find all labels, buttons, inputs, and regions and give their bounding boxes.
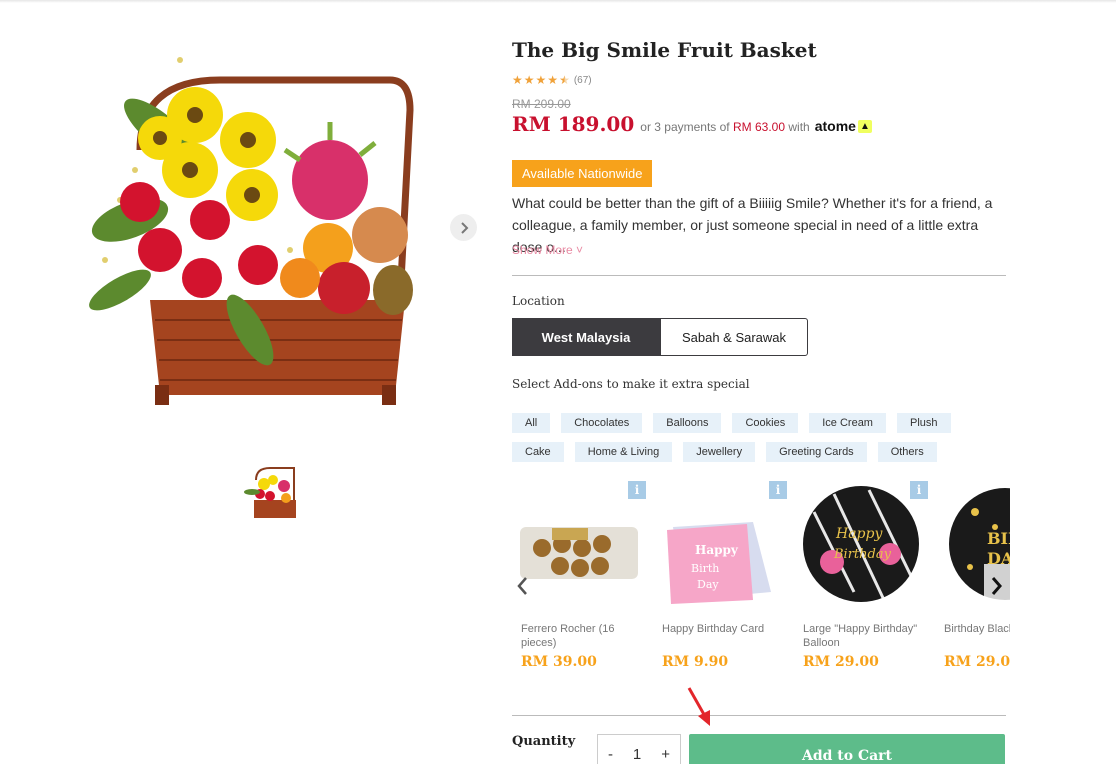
info-icon[interactable]: i [769,481,787,499]
svg-text:Happy: Happy [835,526,883,542]
svg-text:BIR: BIR [987,529,1010,548]
star-icon: ★ [547,73,559,87]
chip-chocolates[interactable]: Chocolates [561,413,643,433]
location-option-west-malaysia[interactable]: West Malaysia [512,318,660,356]
chip-plush[interactable]: Plush [896,413,951,433]
chip-cookies[interactable]: Cookies [732,413,799,433]
addon-category-filters: All Chocolates Balloons Cookies Ice Crea… [512,413,1006,471]
ferrero-rocher-image [520,527,638,579]
location-selector: West Malaysia Sabah & Sarawak [512,318,808,356]
installment-prefix: or 3 payments of [640,120,730,134]
show-more-link[interactable]: Show More ˅ [512,243,583,257]
svg-text:Day: Day [697,578,719,591]
location-option-sabah-sarawak[interactable]: Sabah & Sarawak [660,318,808,356]
divider [512,715,1006,716]
carousel-next-button[interactable] [984,564,1010,608]
original-price: RM 209.00 [512,97,571,111]
addon-price: RM 9.90 [662,654,729,670]
star-icon: ★ [535,73,547,87]
chevron-right-icon [991,577,1002,595]
chip-jewellery[interactable]: Jewellery [683,442,756,462]
chip-greeting-cards[interactable]: Greeting Cards [766,442,867,462]
addon-carousel: Ferrero Rocher (16 pieces) RM 39.00 i Ha… [512,478,1010,678]
add-to-cart-button[interactable]: Add to Cart [689,734,1005,764]
info-icon[interactable]: i [910,481,928,499]
price-row: RM 189.00 or 3 payments of RM 63.00 with… [512,112,872,136]
atome-brand-text: atome [814,118,856,134]
carousel-prev-button[interactable] [512,573,532,599]
addon-name: Large "Happy Birthday" Balloon [803,623,918,649]
atome-logo[interactable]: atome ▲ [815,118,872,134]
chip-home-living[interactable]: Home & Living [574,442,673,462]
svg-text:Happy: Happy [695,543,739,557]
installment-with: with [788,120,810,134]
chip-all[interactable]: All [512,413,551,433]
installment-amount: RM 63.00 [733,120,786,134]
half-star-icon: ★ [559,73,570,87]
addon-price: RM 29.00 [803,654,879,670]
info-icon[interactable]: i [628,481,646,499]
quantity-decrease-button[interactable]: - [608,746,613,763]
rating-count: (67) [573,74,592,86]
chip-ice-cream[interactable]: Ice Cream [809,413,886,433]
chevron-left-icon [517,577,527,595]
birthday-card-image: Happy Birth Day [667,522,771,604]
installment-text: or 3 payments of RM 63.00 with [640,120,809,134]
addons-label: Select Add-ons to make it extra special [512,377,750,391]
star-icon: ★ [512,73,523,87]
addon-name: Ferrero Rocher (16 pieces) [521,623,615,649]
svg-text:Birthday: Birthday [833,547,892,562]
happy-birthday-balloon-image: Happy Birthday [803,486,919,602]
addon-price: RM 29.00 [944,654,1010,670]
product-description: What could be better than the gift of a … [512,195,993,255]
quantity-increase-button[interactable]: + [661,746,670,763]
quantity-stepper: - 1 + [597,734,681,764]
top-shadow [0,0,1116,3]
addon-name: Happy Birthday Card [662,623,765,635]
svg-text:Birth: Birth [691,562,719,575]
product-main-image [89,57,414,405]
product-rating[interactable]: ★ ★ ★ ★ ★ (67) [512,74,592,86]
quantity-label: Quantity [512,734,576,749]
chip-others[interactable]: Others [877,442,937,462]
divider [512,275,1006,276]
product-thumbnail[interactable] [240,462,298,520]
addon-price: RM 39.00 [521,654,597,670]
atome-mark-icon: ▲ [857,119,872,133]
product-title: The Big Smile Fruit Basket [512,38,817,62]
addon-name: Birthday Black Balloon [944,623,1010,635]
annotation-arrow-icon [687,687,710,726]
sale-price: RM 189.00 [512,112,635,136]
chevron-right-icon [460,221,468,234]
availability-badge: Available Nationwide [512,160,653,187]
chip-cake[interactable]: Cake [512,442,564,462]
gallery-next-button[interactable] [450,214,477,241]
location-label: Location [512,294,565,308]
chip-balloons[interactable]: Balloons [653,413,722,433]
quantity-value[interactable]: 1 [633,746,641,763]
star-icon: ★ [523,73,535,87]
